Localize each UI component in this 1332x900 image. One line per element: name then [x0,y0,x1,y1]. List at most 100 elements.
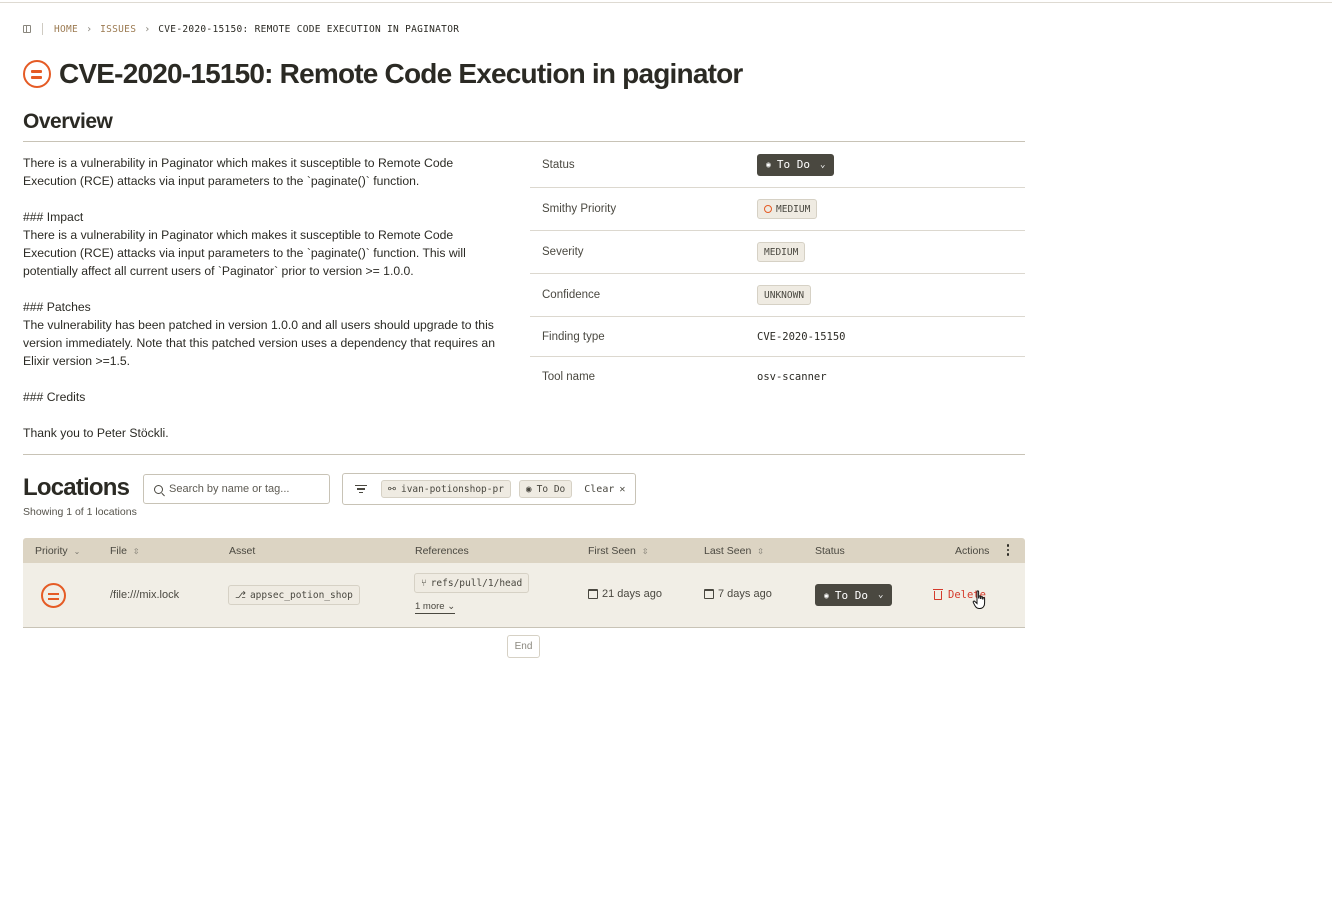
last-seen: 7 days ago [704,588,772,600]
locations-heading: Locations [23,474,130,501]
filter-chip-label: ivan-potionshop-pr [400,483,504,495]
sort-icon: ⇳ [132,546,140,556]
priority-tag: MEDIUM [757,199,818,219]
overview-heading: Overview [23,110,113,133]
medium-priority-icon [23,60,51,88]
row-status-dropdown[interactable]: ◉ To Do ⌄ [815,584,893,606]
status-dropdown[interactable]: ◉ To Do ⌄ [757,153,835,176]
more-options-icon[interactable] [1006,544,1009,556]
sort-icon: ⇳ [641,546,649,556]
filter-chip-status[interactable]: ◉ To Do [518,480,573,498]
title-row: CVE-2020-15150: Remote Code Execution in… [23,58,743,90]
filter-chip-label: To Do [536,483,566,495]
link-icon: ⚯ [388,483,396,495]
issue-description: There is a vulnerability in Paginator wh… [23,156,495,440]
detail-row-confidence: Confidence UNKNOWN [530,274,1025,317]
details-table: Status ◉ To Do ⌄ Smithy Priority MEDIUM … [530,142,1025,397]
status-value: To Do [776,158,810,171]
detail-label: Status [542,158,575,171]
detail-label: Tool name [542,371,596,383]
search-icon [154,484,163,494]
chevron-right-icon: › [144,23,151,35]
breadcrumb: HOME › ISSUES › CVE-2020-15150: REMOTE C… [23,22,459,36]
finding-type-value: CVE-2020-15150 [757,330,846,343]
close-icon: ✕ [619,483,626,495]
detail-row-tool: Tool name osv-scanner [530,357,1025,397]
column-actions: Actions [955,545,989,557]
breadcrumb-divider [42,23,43,35]
reference-label: refs/pull/1/head [430,577,523,589]
tool-name-value: osv-scanner [757,371,827,383]
file-path: /file:///mix.lock [110,589,180,601]
last-seen-value: 7 days ago [718,588,772,600]
column-priority[interactable]: Priority ⌄ [35,545,80,557]
filter-chip-branch[interactable]: ⚯ ivan-potionshop-pr [381,480,511,498]
detail-label: Smithy Priority [542,203,617,215]
priority-dot-icon [764,205,772,213]
first-seen-value: 21 days ago [602,588,662,600]
confidence-tag: UNKNOWN [757,285,812,305]
column-label: References [415,545,469,557]
eye-icon: ◉ [766,160,771,169]
eye-icon: ◉ [824,590,829,600]
search-input[interactable]: Search by name or tag... [143,474,330,504]
branch-icon: ⑂ [421,577,427,589]
column-status: Status [815,545,845,557]
filter-bar[interactable]: ⚯ ivan-potionshop-pr ◉ To Do Clear ✕ [342,473,636,505]
status-value: To Do [834,588,868,602]
column-label: Asset [229,545,256,557]
column-label: First Seen [588,545,636,557]
trash-icon [933,588,943,600]
detail-row-finding-type: Finding type CVE-2020-15150 [530,317,1025,357]
divider [23,454,1025,455]
sort-icon: ⇳ [757,546,764,556]
clear-label: Clear [584,483,615,495]
clear-filters-button[interactable]: Clear ✕ [584,484,625,495]
detail-row-priority: Smithy Priority MEDIUM [530,188,1025,231]
breadcrumb-issues-link[interactable]: ISSUES [100,24,136,35]
column-file[interactable]: File ⇳ [110,545,140,557]
calendar-icon [704,589,714,599]
asset-label: appsec_potion_shop [249,589,353,601]
column-last-seen[interactable]: Last Seen ⇳ [704,545,764,557]
calendar-icon [588,589,598,599]
table-header: Priority ⌄ File ⇳ Asset References First S… [23,538,1025,563]
top-border [0,2,1332,3]
table-row: /file:///mix.lock ⎇ appsec_potion_shop ⑂… [23,563,1025,628]
chevron-down-icon: ⌄ [819,159,826,170]
detail-row-status: Status ◉ To Do ⌄ [530,142,1025,188]
sidebar-toggle-icon[interactable] [23,25,31,33]
end-of-list-button: End [507,635,540,658]
reference-tag[interactable]: ⑂ refs/pull/1/head [414,573,530,593]
hand-cursor-icon [972,590,986,609]
column-label: Actions [955,545,990,557]
eye-icon: ◉ [525,483,532,495]
priority-value: MEDIUM [776,203,811,215]
medium-priority-icon [41,583,66,608]
column-asset: Asset [229,545,255,557]
column-label: Last Seen [704,545,752,557]
asset-tag[interactable]: ⎇ appsec_potion_shop [228,585,360,605]
column-first-seen[interactable]: First Seen ⇳ [588,545,649,557]
locations-count: Showing 1 of 1 locations [23,506,137,518]
breadcrumb-home-link[interactable]: HOME [54,24,78,35]
search-placeholder: Search by name or tag... [169,483,290,495]
filter-icon[interactable] [355,485,367,493]
detail-label: Confidence [542,289,601,301]
detail-label: Finding type [542,330,605,343]
chevron-down-icon: ⌄ [877,590,884,600]
column-label: Priority [35,545,68,557]
severity-tag: MEDIUM [757,242,806,262]
chevron-right-icon: › [86,23,93,35]
repo-icon: ⎇ [235,589,246,601]
more-references-toggle[interactable]: 1 more ⌄ [415,601,456,614]
column-label: Status [815,545,845,557]
column-references: References [415,545,469,557]
detail-row-severity: Severity MEDIUM [530,231,1025,274]
chevron-down-icon: ⌄ [73,546,81,556]
page-title: CVE-2020-15150: Remote Code Execution in… [59,58,743,89]
more-label: 1 more [415,601,445,612]
column-label: File [110,545,127,557]
detail-label: Severity [542,246,584,258]
first-seen: 21 days ago [588,588,662,600]
